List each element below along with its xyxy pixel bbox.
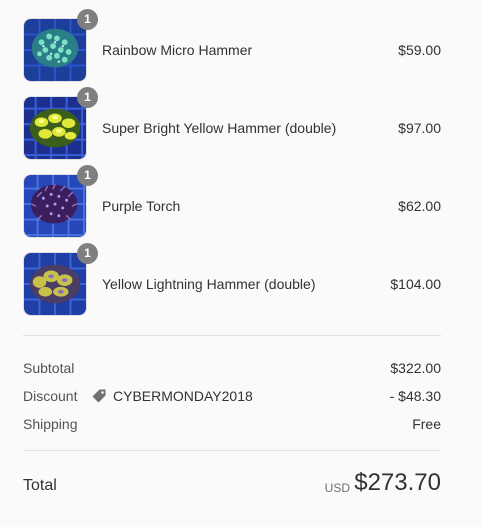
discount-row: Discount CYBERMONDAY2018 - $48.30 (23, 382, 441, 410)
line-item: 1 Super Bright Yellow Hammer (double) $9… (23, 87, 441, 160)
product-thumbnail-wrapper: 1 (23, 243, 98, 316)
tag-icon (91, 388, 107, 404)
quantity-badge: 1 (77, 87, 98, 108)
total-label: Total (23, 477, 57, 494)
shipping-label: Shipping (23, 416, 78, 432)
product-name: Yellow Lightning Hammer (double) (102, 276, 316, 292)
product-thumbnail-wrapper: 1 (23, 9, 98, 82)
total-amount: $273.70 (354, 469, 441, 496)
line-item: 1 Rainbow Micro Hammer $59.00 (23, 9, 441, 82)
shipping-row: Shipping Free (23, 410, 441, 438)
coral-purple-torch-image (24, 175, 86, 237)
quantity-badge: 1 (77, 165, 98, 186)
total-currency: USD (324, 481, 350, 495)
quantity-badge: 1 (77, 9, 98, 30)
product-thumbnail (23, 252, 87, 316)
discount-code: CYBERMONDAY2018 (113, 388, 253, 404)
product-price: $104.00 (390, 276, 441, 292)
order-summary: 1 Rainbow Micro Hammer $59.00 1 Super Br… (23, 0, 441, 517)
line-item: 1 Yellow Lightning Hammer (double) $104.… (23, 243, 441, 316)
subtotal-value: $322.00 (390, 360, 441, 376)
discount-code-tag: CYBERMONDAY2018 (91, 388, 253, 404)
subtotal-label: Subtotal (23, 360, 75, 376)
totals-section: Subtotal $322.00 Discount CYBERMONDAY201… (23, 336, 441, 438)
product-price: $97.00 (398, 120, 441, 136)
product-thumbnail (23, 96, 87, 160)
shipping-value: Free (412, 416, 441, 432)
product-thumbnail (23, 18, 87, 82)
subtotal-row: Subtotal $322.00 (23, 354, 441, 382)
total-row: Total USD $273.70 (23, 451, 441, 517)
line-items-list: 1 Rainbow Micro Hammer $59.00 1 Super Br… (23, 9, 441, 316)
coral-rainbow-micro-hammer-image (24, 19, 86, 81)
product-price: $62.00 (398, 198, 441, 214)
coral-yellow-lightning-hammer-image (24, 253, 86, 315)
discount-label: Discount (23, 388, 78, 404)
product-price: $59.00 (398, 42, 441, 58)
line-item: 1 Purple Torch $62.00 (23, 165, 441, 238)
product-name: Super Bright Yellow Hammer (double) (102, 120, 337, 136)
product-name: Rainbow Micro Hammer (102, 42, 253, 58)
quantity-badge: 1 (77, 243, 98, 264)
product-name: Purple Torch (102, 198, 181, 214)
product-thumbnail-wrapper: 1 (23, 87, 98, 160)
coral-yellow-hammer-image (24, 97, 86, 159)
product-thumbnail (23, 174, 87, 238)
discount-value: - $48.30 (389, 388, 441, 404)
product-thumbnail-wrapper: 1 (23, 165, 98, 238)
